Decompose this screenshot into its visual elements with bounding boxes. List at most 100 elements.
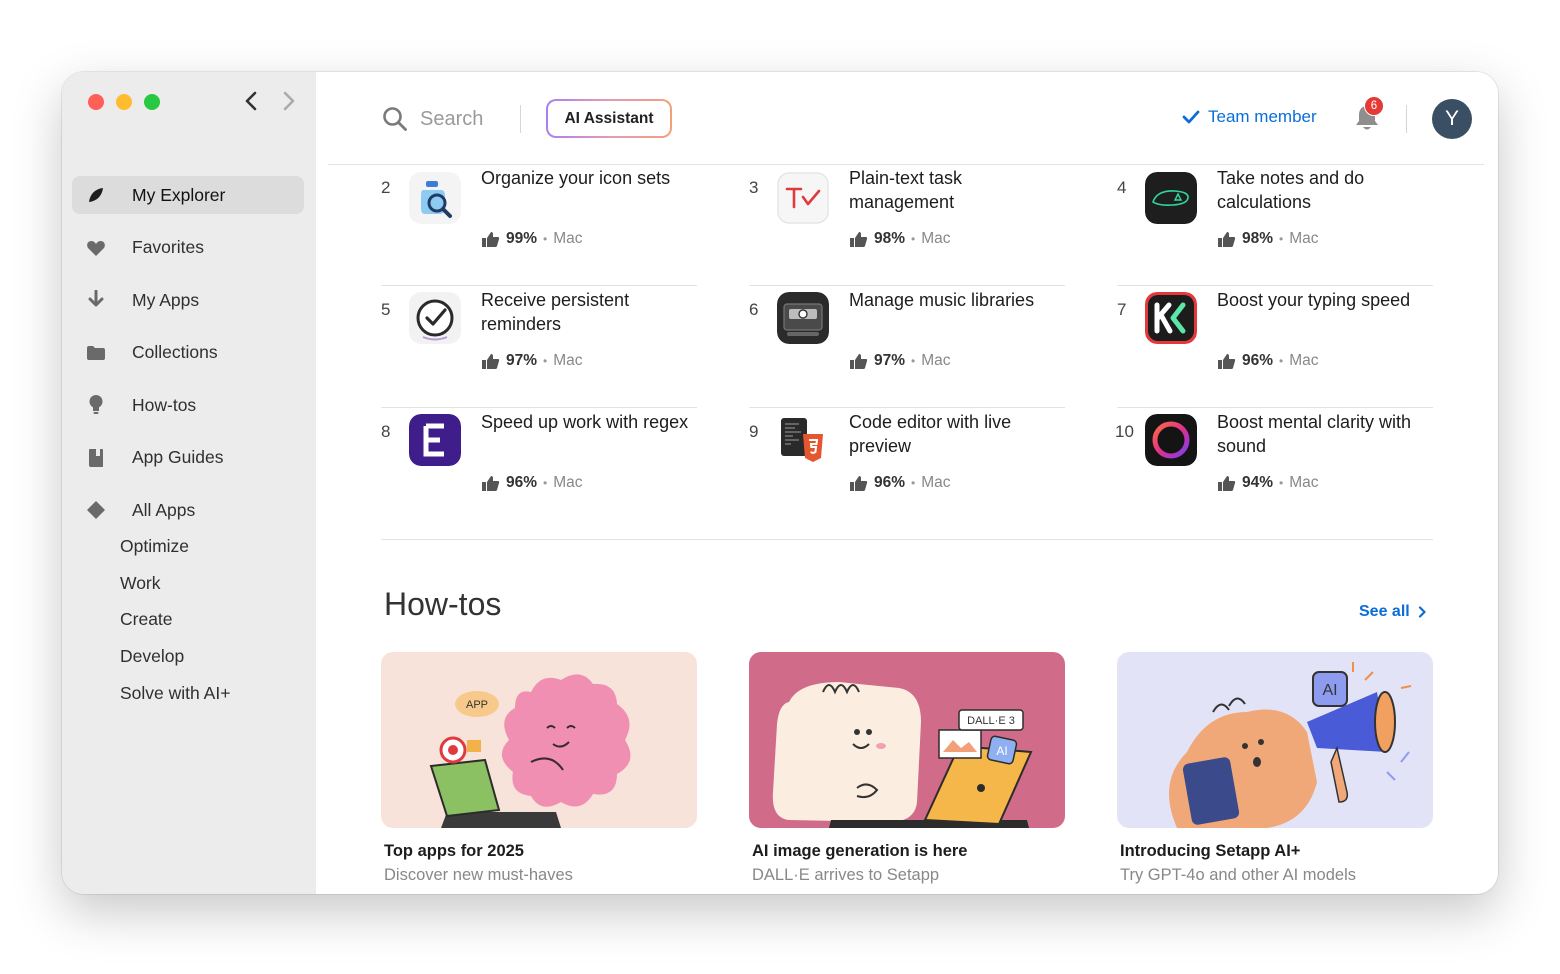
sidebar-item-my-apps[interactable]: My Apps — [72, 281, 304, 319]
card-title: Introducing Setapp AI+ — [1120, 842, 1301, 860]
notification-badge: 6 — [1364, 96, 1384, 116]
thumbs-up-icon — [850, 231, 868, 247]
dalle-tag-text: DALL·E 3 — [967, 715, 1015, 727]
sidebar-item-label: My Explorer — [132, 184, 226, 205]
download-arrow-icon — [84, 288, 108, 312]
app-platform: Mac — [921, 474, 951, 491]
app-title: Speed up work with regex — [481, 412, 689, 432]
taskpaper-icon — [777, 172, 829, 224]
sidebar-item-label: My Apps — [132, 289, 200, 310]
minimize-window-button[interactable] — [116, 94, 132, 110]
card-subtitle: Try GPT-4o and other AI models — [1120, 866, 1356, 884]
card-subtitle: DALL·E arrives to Setapp — [752, 866, 940, 884]
expressions-e-icon — [409, 414, 461, 466]
separator: • — [543, 476, 548, 490]
app-list-item[interactable]: 8 Speed up work with regex 96% • Mac — [381, 408, 697, 530]
app-rating: 96% — [506, 474, 538, 491]
book-icon — [84, 446, 108, 470]
howto-illustration: DALL·E 3 AI — [749, 652, 1065, 828]
checkmark-icon — [1182, 110, 1200, 124]
ai-tag-text: AI — [996, 744, 1007, 758]
sidebar-item-favorites[interactable]: Favorites — [72, 229, 304, 267]
close-window-button[interactable] — [88, 94, 104, 110]
separator: • — [911, 476, 916, 490]
category-develop[interactable]: Develop — [120, 638, 230, 675]
app-meta: 98% • Mac — [1217, 230, 1319, 248]
app-title: Organize your icon sets — [481, 168, 671, 188]
zoom-window-button[interactable] — [144, 94, 160, 110]
category-solve-with-ai[interactable]: Solve with AI+ — [120, 675, 230, 712]
separator: • — [543, 232, 548, 246]
thumbs-up-icon — [1218, 353, 1236, 369]
main-content: Search AI Assistant Team member 6 Y 2 Or… — [316, 72, 1498, 894]
card-title: AI image generation is here — [752, 842, 968, 860]
team-member-status[interactable]: Team member — [1182, 107, 1317, 127]
app-tag-text: APP — [466, 699, 488, 711]
separator: • — [1279, 354, 1284, 368]
howto-card[interactable]: APP Top apps for 2025 Discover new must-… — [381, 652, 697, 885]
forward-arrow-icon[interactable] — [278, 88, 298, 114]
app-list-item[interactable]: 10 Boost mental clarity with sound 94% •… — [1115, 408, 1433, 530]
app-title: Take notes and do calculations — [1217, 168, 1365, 212]
app-list-item[interactable]: 3 Plain-text task management 98% • Mac — [749, 164, 1065, 286]
sidebar-item-how-tos[interactable]: How-tos — [72, 386, 304, 424]
ai-tag-text: AI — [1322, 682, 1337, 699]
see-all-link[interactable]: See all — [1359, 603, 1426, 621]
app-title: Boost mental clarity with sound — [1217, 412, 1412, 456]
lightbulb-icon — [84, 393, 108, 417]
app-rank: 4 — [1117, 178, 1127, 197]
divider — [1406, 105, 1407, 133]
app-title: Boost your typing speed — [1217, 290, 1411, 310]
app-rating: 97% — [506, 352, 538, 369]
thumbs-up-icon — [1218, 475, 1236, 491]
howto-card[interactable]: DALL·E 3 AI AI image generation is here … — [749, 652, 1065, 885]
sidebar-item-collections[interactable]: Collections — [72, 334, 304, 372]
search-field[interactable]: Search — [382, 106, 483, 132]
app-rating: 96% — [874, 474, 906, 491]
sidebar-item-all-apps[interactable]: All Apps — [72, 491, 304, 529]
sidebar-item-label: All Apps — [132, 499, 196, 520]
category-work[interactable]: Work — [120, 565, 230, 602]
app-rank: 9 — [749, 422, 759, 441]
ai-assistant-button[interactable]: AI Assistant — [546, 99, 672, 138]
search-icon — [383, 107, 407, 131]
chevron-right-icon — [1418, 606, 1426, 618]
app-rank: 6 — [749, 300, 759, 319]
app-rank: 10 — [1115, 422, 1134, 441]
app-list-item[interactable]: 9 Code editor with live preview 96% • Ma… — [749, 408, 1065, 530]
separator: • — [1279, 476, 1284, 490]
search-placeholder: Search — [420, 107, 484, 130]
howto-card[interactable]: AI Introducing Setapp AI+ Try GPT-4o and… — [1117, 652, 1433, 885]
app-title: Manage music libraries — [849, 290, 1035, 310]
back-arrow-icon[interactable] — [242, 88, 262, 114]
category-create[interactable]: Create — [120, 602, 230, 639]
notes-calc-icon — [1145, 172, 1197, 224]
app-rank: 2 — [381, 178, 391, 197]
app-list-item[interactable]: 4 Take notes and do calculations 98% • M… — [1117, 164, 1433, 286]
card-subtitle: Discover new must-haves — [384, 866, 573, 884]
app-rank: 5 — [381, 300, 391, 319]
card-title: Top apps for 2025 — [384, 842, 524, 860]
app-rating: 97% — [874, 352, 906, 369]
howto-illustration: AI — [1117, 652, 1433, 828]
app-list-item[interactable]: 7 Boost your typing speed 96% • Mac — [1117, 286, 1433, 408]
thumbs-up-icon — [850, 475, 868, 491]
avatar[interactable]: Y — [1432, 99, 1472, 139]
app-list-item[interactable]: 5 Receive persistent reminders 97% • Mac — [381, 286, 697, 408]
app-rating: 98% — [874, 230, 906, 247]
app-list-item[interactable]: 6 Manage music libraries 97% • Mac — [749, 286, 1065, 408]
app-meta: 97% • Mac — [481, 352, 583, 370]
folder-icon — [84, 341, 108, 365]
app-list-item[interactable]: 2 Organize your icon sets 99% • Mac — [381, 164, 697, 286]
sidebar-nav: My Explorer Favorites My Apps Collection… — [72, 176, 304, 544]
sidebar-item-app-guides[interactable]: App Guides — [72, 439, 304, 477]
app-rank: 7 — [1117, 300, 1127, 319]
app-meta: 96% • Mac — [1217, 352, 1319, 370]
history-navigation — [242, 88, 298, 114]
thumbs-up-icon — [482, 353, 500, 369]
category-optimize[interactable]: Optimize — [120, 528, 230, 565]
app-meta: 98% • Mac — [849, 230, 951, 248]
sidebar-item-my-explorer[interactable]: My Explorer — [72, 176, 304, 214]
sound-ring-icon — [1145, 414, 1197, 466]
app-meta: 96% • Mac — [849, 474, 951, 492]
